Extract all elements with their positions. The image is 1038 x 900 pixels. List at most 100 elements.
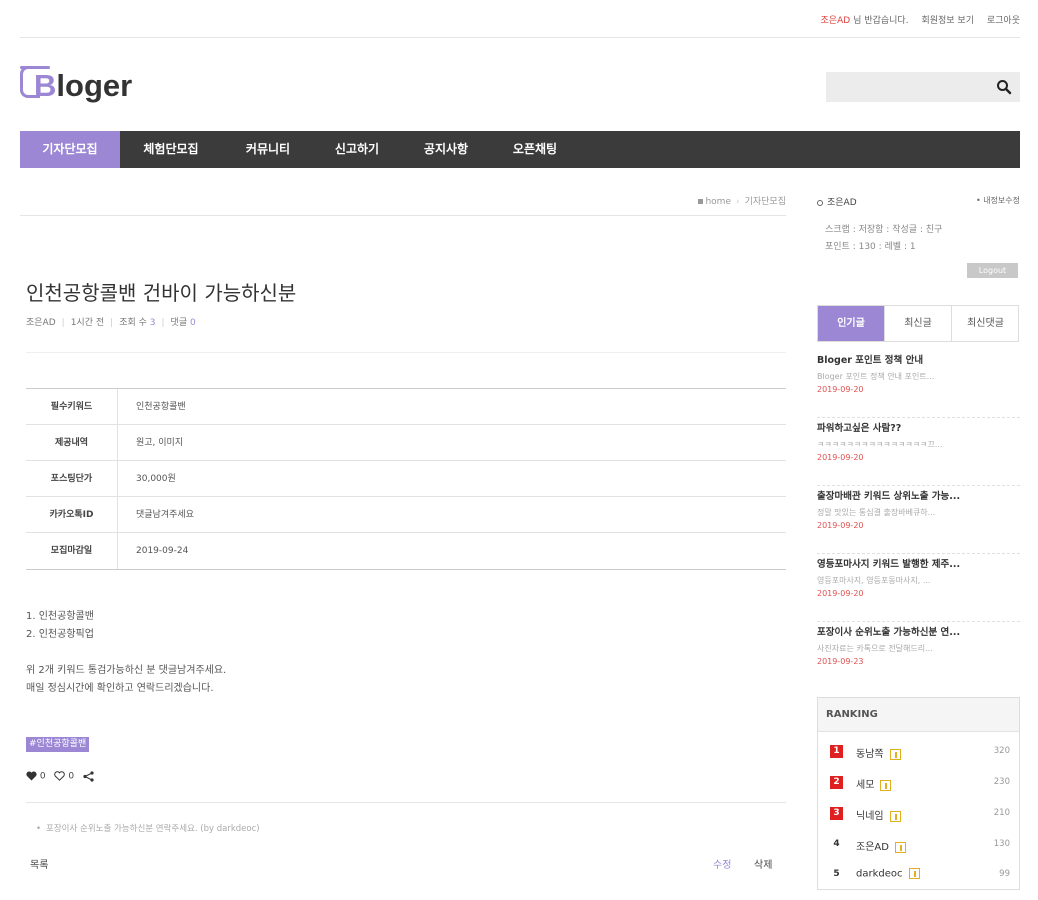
- share-button[interactable]: [83, 771, 94, 782]
- rank-name[interactable]: 동남쪽: [856, 749, 884, 760]
- field-key: 포스팅단가: [26, 461, 118, 497]
- heart-outline-icon: [54, 771, 66, 782]
- user-stats: 포인트 : 130 : 레벨 : 1: [825, 242, 916, 252]
- tab-popular[interactable]: 인기글: [818, 306, 885, 341]
- ranking-row[interactable]: 2 세모 230: [830, 774, 1010, 794]
- edit-info-link[interactable]: • 내정보수정: [976, 195, 1020, 206]
- divider: [26, 802, 786, 803]
- post-tag[interactable]: #인천공항콜밴: [26, 737, 90, 752]
- comments-label: 댓글: [170, 318, 188, 328]
- rank-score: 210: [993, 808, 1010, 818]
- ranking-title: RANKING: [826, 709, 878, 720]
- table-row: 포스팅단가 30,000원: [26, 461, 786, 497]
- list-button[interactable]: 목록: [30, 856, 48, 871]
- comment-preview: • 포장이사 순위노출 가능하신분 연락주세요. (by darkdeoc): [36, 822, 260, 834]
- post-item-title[interactable]: 출장마배관 키워드 상위노출 가능...: [817, 488, 960, 502]
- post-item-snippet: 사진자료는 카톡으로 전달해드리...: [817, 644, 933, 653]
- list-item[interactable]: 파워하고싶은 사람?? ㅋㅋㅋㅋㅋㅋㅋㅋㅋㅋㅋㅋㅋㅋㅋ끄... 2019-09-…: [817, 418, 1020, 486]
- post-author[interactable]: 조은AD: [26, 318, 56, 328]
- views-label: 조회 수: [119, 318, 147, 328]
- tab-latest[interactable]: 최신글: [885, 306, 952, 341]
- breadcrumb-home[interactable]: home: [705, 197, 731, 207]
- greeting-text: 님 반갑습니다.: [853, 16, 909, 26]
- rank-number: 3: [830, 807, 843, 820]
- top-bar: 조은AD 님 반갑습니다. 회원정보 보기 로그아웃: [20, 0, 1020, 38]
- level-icon: [889, 748, 901, 760]
- rank-score: 230: [993, 777, 1010, 787]
- level-icon: [880, 779, 892, 791]
- nav-item-openchat[interactable]: 오픈채팅: [492, 131, 578, 168]
- post-item-date: 2019-09-20: [817, 521, 864, 530]
- nav-item-reporters[interactable]: 기자단모집: [20, 131, 120, 168]
- nav-item-notice[interactable]: 공지사항: [400, 131, 492, 168]
- post-item-title[interactable]: Bloger 포인트 정책 안내: [817, 352, 923, 366]
- site-logo[interactable]: Bloger: [20, 64, 160, 106]
- post-actions: 0 0: [26, 771, 100, 785]
- ranking-row[interactable]: 5 darkdeoc 99: [830, 866, 1010, 886]
- table-row: 필수키워드 인천공항콜밴: [26, 389, 786, 425]
- post-item-date: 2019-09-20: [817, 385, 864, 394]
- body-line: 매일 정심시간에 확인하고 연락드리겠습니다.: [26, 683, 214, 694]
- nav-item-report[interactable]: 신고하기: [314, 131, 400, 168]
- level-icon: [908, 868, 920, 879]
- rank-name[interactable]: 세모: [856, 780, 874, 791]
- top-links: 조은AD 님 반갑습니다. 회원정보 보기 로그아웃: [821, 13, 1020, 26]
- tab-latest-comments[interactable]: 최신댓글: [952, 306, 1019, 341]
- rank-score: 130: [993, 839, 1010, 849]
- user-name: 조은AD: [827, 198, 857, 208]
- search-input[interactable]: [826, 72, 1020, 102]
- edit-button[interactable]: 수정: [713, 856, 731, 871]
- post-title: 인천공항콜밴 건바이 가능하신분: [26, 281, 297, 305]
- post-item-snippet: 영등포마사지, 영등포동마사지, ...: [817, 576, 931, 585]
- level-icon: [889, 810, 901, 822]
- dislike-button[interactable]: 0: [54, 771, 74, 782]
- post-item-title[interactable]: 영등포마사지 키워드 발행한 제주...: [817, 556, 960, 570]
- search-icon[interactable]: [996, 79, 1012, 95]
- list-item[interactable]: 출장마배관 키워드 상위노출 가능... 정말 맛있는 통심결 출장바베큐하..…: [817, 486, 1020, 554]
- like-button[interactable]: 0: [26, 771, 46, 782]
- body-line: 2. 인천공항픽업: [26, 629, 94, 640]
- bullet-icon: •: [36, 824, 42, 834]
- table-row: 모집마감일 2019-09-24: [26, 533, 786, 569]
- post-item-snippet: ㅋㅋㅋㅋㅋㅋㅋㅋㅋㅋㅋㅋㅋㅋㅋ끄...: [817, 440, 943, 449]
- main-nav: 기자단모집 체험단모집 커뮤니티 신고하기 공지사항 오픈채팅: [20, 131, 1020, 168]
- field-key: 카카오톡ID: [26, 497, 118, 533]
- field-key: 필수키워드: [26, 389, 118, 425]
- greeting-username: 조은AD: [820, 16, 851, 26]
- rank-name[interactable]: 닉네임: [856, 811, 884, 822]
- views-count: 3: [149, 318, 156, 328]
- rank-number: 2: [830, 776, 843, 789]
- list-item[interactable]: 영등포마사지 키워드 발행한 제주... 영등포마사지, 영등포동마사지, ..…: [817, 554, 1020, 622]
- nav-item-community[interactable]: 커뮤니티: [222, 131, 314, 168]
- field-value: 30,000원: [136, 474, 176, 484]
- list-item[interactable]: 포장이사 순위노출 가능하신분 연... 사진자료는 카톡으로 전달해드리...…: [817, 622, 1020, 690]
- field-key: 제공내역: [26, 425, 118, 461]
- rank-score: 320: [993, 746, 1010, 756]
- nav-item-experience[interactable]: 체험단모집: [120, 131, 222, 168]
- rank-name[interactable]: darkdeoc: [856, 869, 903, 880]
- body-line: 1. 인천공항콜밴: [26, 611, 94, 622]
- ranking-row[interactable]: 3 닉네임 210: [830, 805, 1010, 825]
- list-item[interactable]: Bloger 포인트 정책 안내 Bloger 포인트 정책 안내 포인트...…: [817, 350, 1020, 418]
- rank-number: 4: [833, 839, 840, 849]
- delete-button[interactable]: 삭제: [754, 856, 772, 871]
- logo-text: loger: [56, 68, 133, 103]
- rank-name[interactable]: 조은AD: [856, 842, 889, 853]
- rank-number: 1: [830, 745, 843, 758]
- ranking-row[interactable]: 1 동남쪽 320: [830, 743, 1010, 763]
- logout-button[interactable]: Logout: [967, 263, 1018, 278]
- breadcrumb-current[interactable]: 기자단모집: [745, 197, 786, 207]
- post-time: 1시간 전: [70, 318, 105, 328]
- rank-score: 99: [999, 869, 1010, 879]
- like-count: 0: [39, 771, 46, 782]
- field-key: 모집마감일: [26, 533, 118, 569]
- post-item-title[interactable]: 포장이사 순위노출 가능하신분 연...: [817, 624, 960, 638]
- comment-text: 포장이사 순위노출 가능하신분 연락주세요. (by darkdeoc): [46, 824, 260, 834]
- profile-link[interactable]: 회원정보 보기: [921, 16, 974, 26]
- logout-link[interactable]: 로그아웃: [987, 16, 1020, 26]
- post-item-title[interactable]: 파워하고싶은 사람??: [817, 420, 901, 434]
- field-value: 2019-09-24: [136, 546, 189, 556]
- user-links[interactable]: 스크랩 : 저장함 : 작성글 : 친구: [825, 222, 942, 235]
- ranking-row[interactable]: 4 조은AD 130: [830, 836, 1010, 856]
- post-meta: 조은AD | 1시간 전 | 조회 수 3 | 댓글 0: [26, 318, 196, 328]
